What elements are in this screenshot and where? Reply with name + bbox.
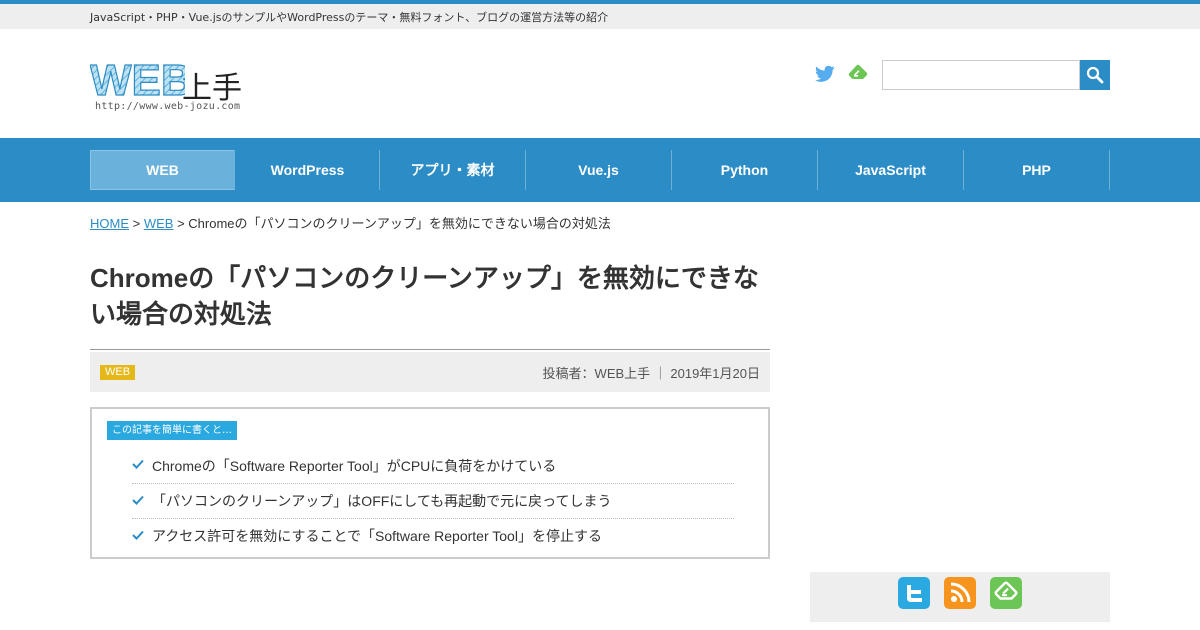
logo-mark: WEB <box>90 56 185 100</box>
page-title: Chromeの「パソコンのクリーンアップ」を無効にできない場合の対処法 <box>90 263 759 329</box>
feedly-icon[interactable] <box>848 64 868 84</box>
breadcrumb: HOME > WEB > Chromeの「パソコンのクリーンアップ」を無効にでき… <box>90 213 611 232</box>
tagline-bar: JavaScript・PHP・Vue.jsのサンプルやWordPressのテーマ… <box>0 4 1200 29</box>
logo-mark-icon: WEB <box>90 55 185 100</box>
summary-list: Chromeの「Software Reporter Tool」がCPUに負荷をか… <box>132 448 734 553</box>
check-icon <box>132 530 144 540</box>
search-icon <box>1086 66 1104 84</box>
post-author-date: 投稿者：WEB上手 ｜ 2019年1月20日 <box>542 366 760 381</box>
breadcrumb-category-link[interactable]: WEB <box>144 216 174 231</box>
nav-item-vuejs[interactable]: Vue.js <box>526 150 671 190</box>
breadcrumb-separator: > <box>129 216 144 231</box>
nav-item-apps[interactable]: アプリ・素材 <box>380 150 525 190</box>
breadcrumb-current: Chromeの「パソコンのクリーンアップ」を無効にできない場合の対処法 <box>188 216 611 231</box>
sidebar-social-widget <box>810 572 1110 622</box>
summary-box: この記事を簡単に書くと… Chromeの「Software Reporter T… <box>90 407 770 559</box>
nav-item-php[interactable]: PHP <box>964 150 1109 190</box>
nav-item-javascript[interactable]: JavaScript <box>818 150 963 190</box>
list-item: Chromeの「Software Reporter Tool」がCPUに負荷をか… <box>132 448 734 483</box>
nav-item-web[interactable]: WEB <box>90 150 235 190</box>
list-item: 「パソコンのクリーンアップ」はOFFにしても再起動で元に戻ってしまう <box>132 483 734 518</box>
site-tagline: JavaScript・PHP・Vue.jsのサンプルやWordPressのテーマ… <box>90 11 609 24</box>
nav-divider <box>1109 150 1110 190</box>
summary-label: この記事を簡単に書くと… <box>107 421 237 440</box>
category-badge[interactable]: WEB <box>100 365 136 380</box>
check-icon <box>132 495 144 505</box>
nav-item-wordpress[interactable]: WordPress <box>235 150 380 190</box>
summary-item-text: Chromeの「Software Reporter Tool」がCPUに負荷をか… <box>152 457 557 474</box>
list-item: アクセス許可を無効にすることで「Software Reporter Tool」を… <box>132 518 734 553</box>
breadcrumb-home-link[interactable]: HOME <box>90 216 129 231</box>
summary-item-text: 「パソコンのクリーンアップ」はOFFにしても再起動で元に戻ってしまう <box>152 493 612 509</box>
nav-item-python[interactable]: Python <box>672 150 817 190</box>
post-meta-bar: WEB 投稿者：WEB上手 ｜ 2019年1月20日 <box>90 352 770 392</box>
summary-item-text: アクセス許可を無効にすることで「Software Reporter Tool」を… <box>152 528 602 544</box>
twitter-icon[interactable] <box>815 65 835 83</box>
title-divider <box>90 349 770 350</box>
search-input[interactable] <box>882 60 1080 90</box>
logo-url-text: http://www.web-jozu.com <box>95 101 241 112</box>
feedly-icon[interactable] <box>990 577 1022 609</box>
site-logo[interactable]: WEB 上手 http://www.web-jozu.com <box>90 55 242 115</box>
check-icon <box>132 459 144 469</box>
rss-icon[interactable] <box>944 577 976 609</box>
main-nav: WEB WordPress アプリ・素材 Vue.js Python JavaS… <box>0 138 1200 202</box>
search-button[interactable] <box>1080 60 1110 90</box>
twitter-icon[interactable] <box>898 577 930 609</box>
breadcrumb-separator: > <box>173 216 189 231</box>
